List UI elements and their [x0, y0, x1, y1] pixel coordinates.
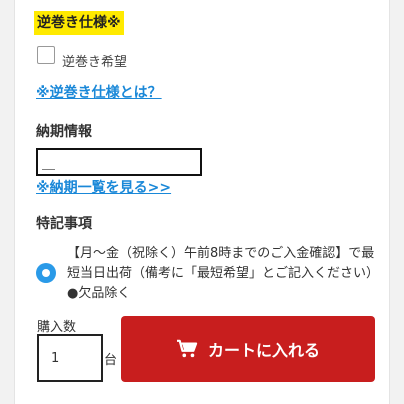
- quantity-label: 購入数: [37, 320, 77, 335]
- notes-label: 特記事項: [36, 216, 92, 232]
- shipping-option-text: 【月～金（祝除く）午前8時までのご入金確認】で最短当日出荷（備考に「最短希望」と…: [67, 246, 380, 301]
- reverse-spec-title: 逆巻き仕様※: [34, 11, 124, 35]
- quantity-input[interactable]: [37, 334, 103, 382]
- delivery-list-link[interactable]: ※納期一覧を見る>>: [36, 177, 171, 197]
- product-options-panel: 逆巻き仕様※ 逆巻き希望 ※逆巻き仕様とは？ 納期情報 ※納期一覧を見る>> 特…: [14, 0, 390, 404]
- cart-icon: [176, 339, 198, 358]
- reverse-spec-checkbox-label[interactable]: 逆巻き希望: [62, 51, 127, 70]
- shipping-option-radio[interactable]: [36, 263, 56, 283]
- add-to-cart-button[interactable]: カートに入れる: [121, 316, 375, 382]
- quantity-unit: 台: [104, 353, 118, 368]
- reverse-spec-checkbox[interactable]: [37, 46, 55, 64]
- delivery-info-input[interactable]: [36, 148, 202, 176]
- reverse-spec-info-link[interactable]: ※逆巻き仕様とは？: [36, 82, 162, 102]
- add-to-cart-label: カートに入れる: [207, 341, 320, 360]
- delivery-info-label: 納期情報: [36, 124, 92, 140]
